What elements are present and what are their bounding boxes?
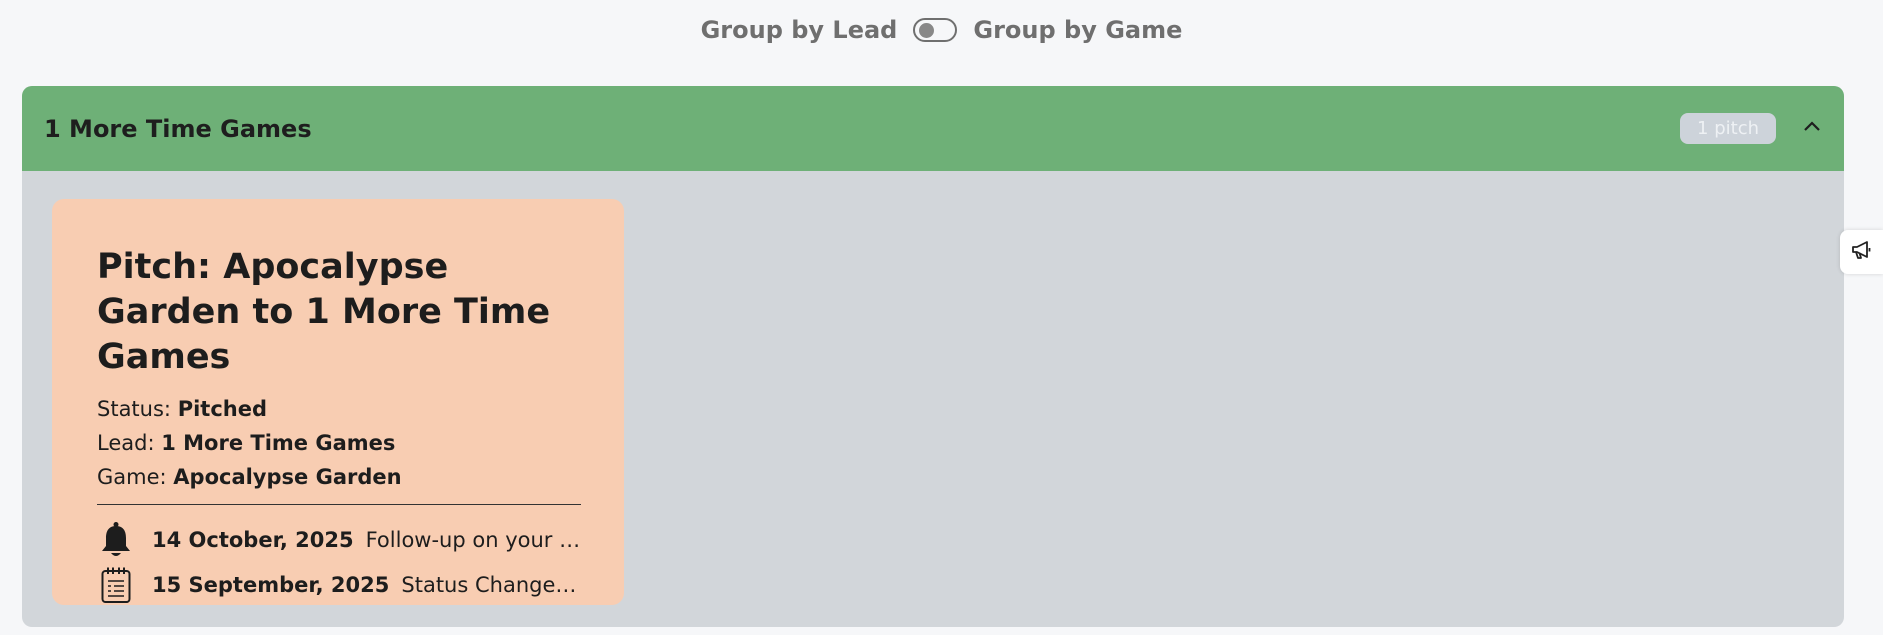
chevron-up-icon[interactable]	[1800, 114, 1824, 138]
group-title: 1 More Time Games	[44, 114, 312, 143]
event-date: 15 September, 2025	[152, 572, 390, 597]
game-value: Apocalypse Garden	[173, 465, 402, 489]
group-toggle-switch[interactable]	[913, 18, 958, 42]
pitch-count-badge: 1 pitch	[1680, 113, 1776, 144]
lead-label: Lead:	[97, 431, 155, 455]
status-value: Pitched	[177, 397, 267, 421]
group-by-game-label[interactable]: Group by Game	[973, 16, 1182, 44]
event-row: 15 September, 2025 Status Change to Pitc…	[97, 562, 581, 607]
group-toggle-bar: Group by Lead Group by Game	[0, 16, 1883, 44]
status-row: Status: Pitched	[97, 392, 579, 426]
lead-value: 1 More Time Games	[161, 431, 396, 455]
calendar-notes-icon	[97, 565, 135, 605]
event-row: 14 October, 2025 Follow-up on your pitch…	[97, 517, 581, 562]
group-by-lead-label[interactable]: Group by Lead	[701, 16, 898, 44]
lead-group: 1 More Time Games 1 pitch Pitch: Apocaly…	[22, 86, 1844, 627]
lead-row: Lead: 1 More Time Games	[97, 426, 579, 460]
bell-icon	[97, 520, 135, 560]
status-label: Status:	[97, 397, 171, 421]
event-description: Status Change to Pitched	[401, 572, 581, 597]
card-divider	[97, 504, 581, 505]
event-date: 14 October, 2025	[152, 527, 354, 552]
megaphone-icon	[1851, 240, 1873, 264]
game-label: Game:	[97, 465, 167, 489]
event-description: Follow-up on your pitch to 1 More Time G…	[365, 527, 581, 552]
pitch-title: Pitch: Apocalypse Garden to 1 More Time …	[97, 247, 551, 377]
toggle-knob	[919, 23, 935, 38]
group-header[interactable]: 1 More Time Games 1 pitch	[22, 86, 1844, 171]
feedback-button[interactable]	[1840, 230, 1883, 274]
pitch-card[interactable]: Pitch: Apocalypse Garden to 1 More Time …	[52, 199, 624, 605]
game-row: Game: Apocalypse Garden	[97, 460, 579, 494]
